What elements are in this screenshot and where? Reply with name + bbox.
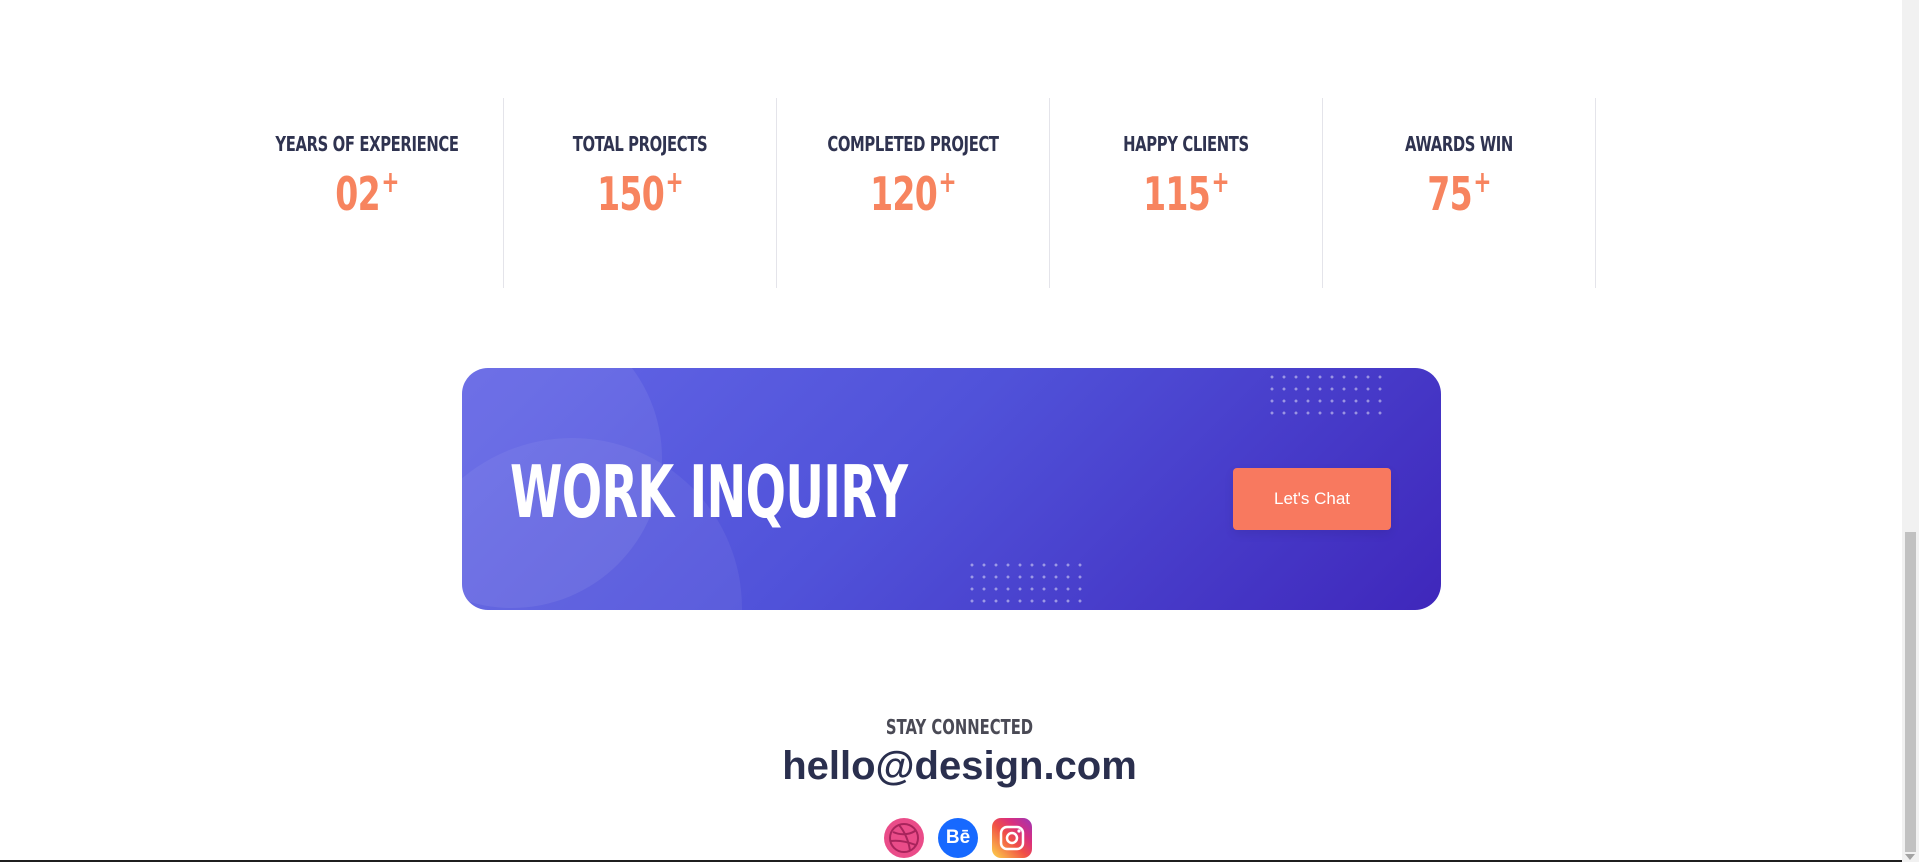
stat-value: 115+ — [1143, 165, 1230, 221]
page-scrollbar[interactable] — [1902, 0, 1919, 862]
behance-icon[interactable]: Bē — [938, 818, 978, 858]
dot-pattern — [966, 559, 1086, 609]
instagram-icon[interactable] — [992, 818, 1032, 858]
stay-connected-label: Stay Connected — [885, 715, 1034, 739]
stat-total-projects: Total Projects 150+ — [504, 98, 777, 288]
scrollbar-thumb[interactable] — [1905, 532, 1916, 852]
stat-awards-win: Awards Win 75+ — [1323, 98, 1596, 288]
stat-years-experience: Years of Experience 02+ — [231, 98, 504, 288]
stat-label: Awards Win — [1405, 132, 1513, 156]
lets-chat-button[interactable]: Let's Chat — [1233, 468, 1391, 530]
stat-label: Years of Experience — [275, 132, 459, 156]
stat-value: 75+ — [1427, 165, 1491, 221]
stat-value: 120+ — [870, 165, 957, 221]
stat-value: 02+ — [335, 165, 399, 221]
dot-pattern — [1266, 371, 1386, 415]
social-links: Bē — [884, 818, 1032, 858]
stat-completed-project: Completed Project 120+ — [777, 98, 1050, 288]
scroll-down-arrow-icon[interactable] — [1905, 854, 1915, 860]
stats-row: Years of Experience 02+ Total Projects 1… — [231, 98, 1596, 288]
email-link[interactable]: hello@design.com — [0, 744, 1919, 789]
dribbble-icon[interactable] — [884, 818, 924, 858]
stat-value: 150+ — [597, 165, 684, 221]
stat-happy-clients: Happy Clients 115+ — [1050, 98, 1323, 288]
stat-label: Total Projects — [572, 132, 708, 156]
work-inquiry-title: WORK INQUIRY — [510, 450, 908, 534]
stat-label: Completed Project — [827, 132, 999, 156]
work-inquiry-banner: WORK INQUIRY Let's Chat — [462, 368, 1441, 610]
stat-label: Happy Clients — [1123, 132, 1249, 156]
